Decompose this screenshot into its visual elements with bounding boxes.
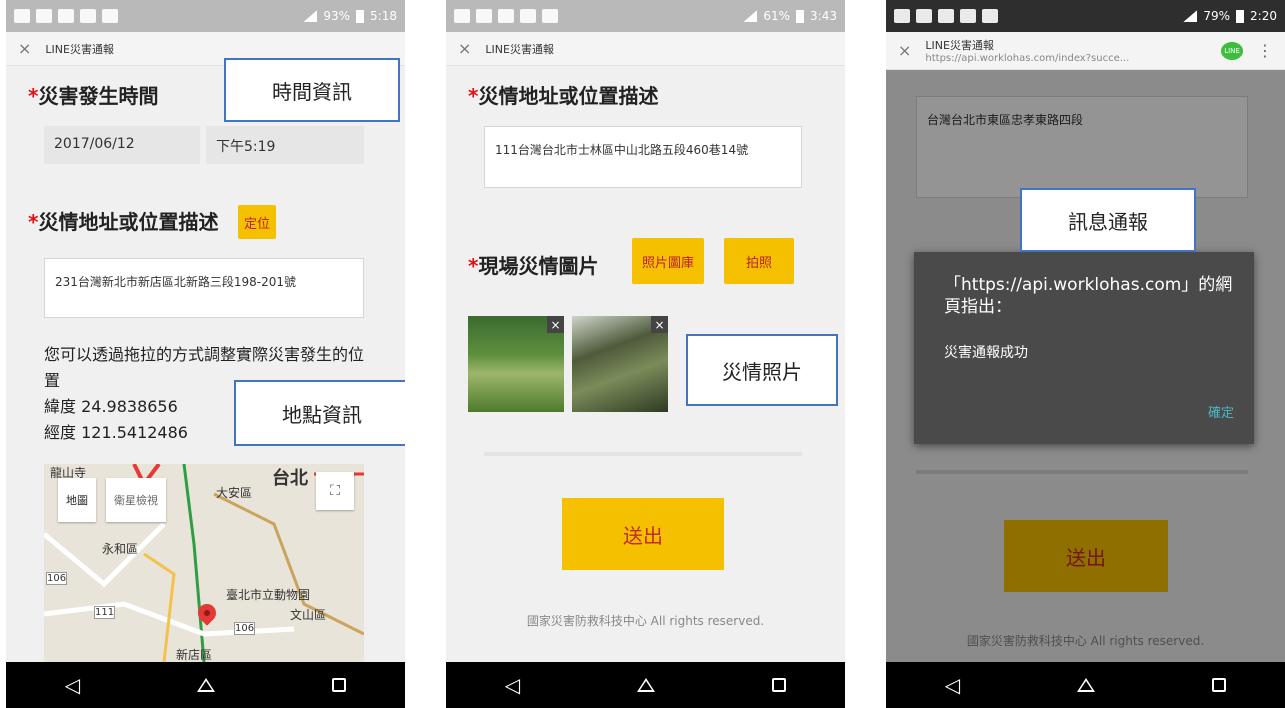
map-view[interactable]: 龍山寺 台北 大安區 永和區 臺北市立動物園 文山區 新店區 106 111 1… (44, 464, 364, 662)
home-icon[interactable] (637, 678, 656, 692)
notification-icon (542, 9, 558, 23)
app-title: LINE災害通報 (485, 42, 554, 56)
latitude: 緯度 24.9838656 (44, 397, 178, 416)
callout-photo: 災情照片 (686, 334, 838, 406)
date-field[interactable]: 2017/06/12 (44, 126, 200, 164)
callout-time: 時間資訊 (224, 58, 400, 122)
battery-percent: 61% (763, 9, 791, 23)
photo-heading: *現場災情圖片 (468, 254, 599, 278)
fullscreen-icon[interactable]: ⛶ (316, 472, 354, 510)
time-heading: *災害發生時間 (28, 84, 159, 108)
close-icon[interactable]: × (458, 39, 471, 58)
close-icon[interactable]: × (898, 41, 911, 60)
photo-thumbnail[interactable]: × (572, 316, 668, 412)
page-url: https://api.worklohas.com/index?succe... (925, 53, 1130, 64)
battery-percent: 93% (323, 9, 351, 23)
battery-icon (356, 9, 365, 23)
notification-icon (498, 9, 514, 23)
time-field[interactable]: 下午5:19 (206, 126, 364, 164)
callout-place: 地點資訊 (234, 380, 405, 446)
app-title: LINE災害通報 (925, 39, 994, 52)
dialog-message: 災害通報成功 (944, 345, 1028, 361)
status-bar: 61% 3:43 (446, 0, 845, 32)
signal-icon (303, 10, 318, 22)
notification-icon (36, 9, 52, 23)
menu-icon[interactable]: ⋮ (1257, 41, 1273, 60)
map-label: 臺北市立動物園 (226, 588, 311, 602)
notification-icon (982, 9, 998, 23)
clock: 3:43 (810, 9, 837, 23)
back-icon[interactable]: ◁ (945, 673, 960, 697)
submit-button[interactable]: 送出 (562, 498, 724, 570)
notification-icon (938, 9, 954, 23)
notification-icon (960, 9, 976, 23)
callout-message: 訊息通報 (1020, 188, 1196, 252)
map-label: 台北 (272, 468, 308, 489)
home-icon[interactable] (197, 678, 216, 692)
road-shield: 111 (94, 606, 116, 619)
road-shield: 106 (234, 622, 256, 635)
recents-icon[interactable] (1212, 678, 1227, 692)
battery-icon (796, 9, 805, 23)
dialog-ok-button[interactable]: 確定 (1208, 402, 1234, 421)
locate-button[interactable]: 定位 (238, 205, 276, 239)
map-label: 大安區 (216, 486, 253, 500)
status-bar: 93% 5:18 (6, 0, 405, 32)
footer: 國家災害防救科技中心 All rights reserved. (526, 614, 765, 628)
address-heading: *災情地址或位置描述 (468, 84, 659, 108)
map-tab-map[interactable]: 地圖 (58, 478, 96, 522)
recents-icon[interactable] (772, 678, 787, 692)
notification-icon (476, 9, 492, 23)
remove-photo-icon[interactable]: × (547, 316, 564, 333)
phone-screen-photos: 61% 3:43 × LINE災害通報 *災情地址或位置描述 111台灣台北市士林… (446, 0, 845, 708)
map-label: 文山區 (290, 608, 327, 622)
home-icon[interactable] (1077, 678, 1096, 692)
signal-icon (1183, 10, 1198, 22)
notification-icon (916, 9, 932, 23)
signal-icon (743, 10, 758, 22)
address-input[interactable]: 111台灣台北市士林區中山北路五段460巷14號 (484, 126, 802, 188)
camera-button[interactable]: 拍照 (724, 238, 794, 284)
road-shield: 106 (46, 572, 68, 585)
address-heading: *災情地址或位置描述 (28, 210, 219, 234)
browser-titlebar: × LINE災害通報 (446, 32, 845, 66)
notification-icon (14, 9, 30, 23)
line-icon[interactable]: LINE (1221, 41, 1243, 60)
notification-icon (454, 9, 470, 23)
status-bar: 79% 2:20 (886, 0, 1285, 32)
back-icon[interactable]: ◁ (65, 673, 80, 697)
recents-icon[interactable] (332, 678, 347, 692)
clock: 5:18 (370, 9, 397, 23)
gallery-button[interactable]: 照片圖庫 (632, 238, 704, 284)
notification-icon (102, 9, 118, 23)
battery-percent: 79% (1203, 9, 1231, 23)
notification-icon (58, 9, 74, 23)
android-navbar: ◁ (886, 662, 1285, 708)
android-navbar: ◁ (446, 662, 845, 708)
longitude: 經度 121.5412486 (44, 423, 188, 442)
clock: 2:20 (1250, 9, 1277, 23)
notification-icon (520, 9, 536, 23)
close-icon[interactable]: × (18, 39, 31, 58)
browser-titlebar: × LINE災害通報 https://api.worklohas.com/ind… (886, 32, 1285, 70)
notification-icon (80, 9, 96, 23)
remove-photo-icon[interactable]: × (651, 316, 668, 333)
back-icon[interactable]: ◁ (505, 673, 520, 697)
photo-thumbnail[interactable]: × (468, 316, 564, 412)
app-title: LINE災害通報 (45, 42, 114, 56)
battery-icon (1236, 9, 1245, 23)
notification-icon (894, 9, 910, 23)
alert-dialog: 「https://api.worklohas.com」的網頁指出： 災害通報成功… (914, 252, 1254, 444)
map-tab-satellite[interactable]: 衛星檢視 (106, 478, 166, 522)
dialog-title: 「https://api.worklohas.com」的網頁指出： (944, 275, 1233, 317)
phone-screen-success: 79% 2:20 × LINE災害通報 https://api.worklohas… (886, 0, 1285, 708)
android-navbar: ◁ (6, 662, 405, 708)
progress-bar (484, 452, 802, 456)
phone-screen-time-location: 93% 5:18 × LINE災害通報 *災害發生時間 2017/06/12 下午… (6, 0, 405, 708)
map-label: 新店區 (176, 648, 213, 662)
map-label: 永和區 (102, 542, 139, 556)
address-input[interactable]: 231台灣新北市新店區北新路三段198-201號 (44, 258, 364, 318)
